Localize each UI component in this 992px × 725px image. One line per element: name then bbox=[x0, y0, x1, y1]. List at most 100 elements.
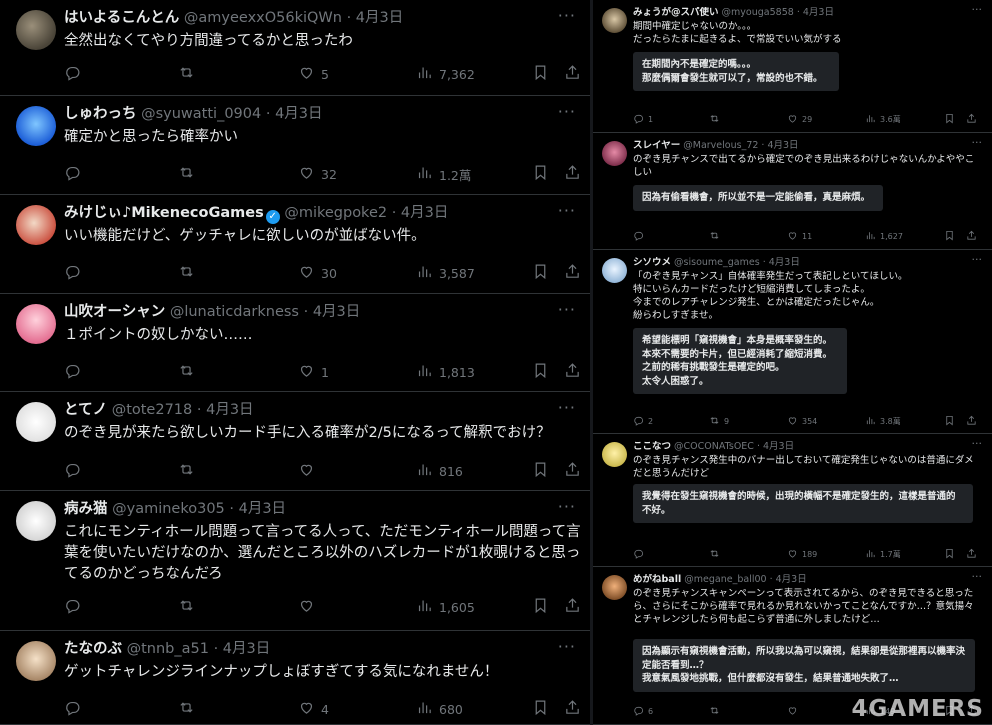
bookmark-button[interactable] bbox=[944, 547, 955, 561]
user-handle[interactable]: @syuwatti_0904 bbox=[141, 106, 261, 122]
like-button[interactable]: 354 bbox=[787, 414, 817, 428]
share-button[interactable] bbox=[564, 164, 581, 184]
avatar[interactable] bbox=[602, 8, 627, 33]
avatar[interactable] bbox=[16, 10, 56, 50]
more-icon[interactable]: ··· bbox=[972, 136, 983, 149]
tweet[interactable]: はいよるこんとん @amyeexxO56kiQWn · 4月3日 ··· 全然出なく… bbox=[0, 0, 590, 96]
more-icon[interactable]: ··· bbox=[558, 497, 576, 516]
views-button[interactable]: 816 bbox=[416, 461, 463, 481]
views-button[interactable]: 1.2萬 bbox=[416, 164, 471, 184]
tweet[interactable]: ここなつ @COCONATsOEC · 4月3日 ··· のぞき見チャンス発生中のバ… bbox=[593, 434, 992, 567]
like-button[interactable]: 29 bbox=[787, 112, 812, 126]
like-button[interactable]: 1 bbox=[298, 362, 329, 382]
bookmark-button[interactable] bbox=[532, 362, 549, 382]
share-button[interactable] bbox=[564, 597, 581, 617]
user-handle[interactable]: @tote2718 bbox=[112, 402, 193, 418]
retweet-button[interactable] bbox=[178, 597, 201, 617]
display-name[interactable]: 病み猫 bbox=[64, 501, 108, 517]
retweet-button[interactable] bbox=[178, 164, 201, 184]
reply-button[interactable] bbox=[64, 263, 87, 283]
retweet-button[interactable] bbox=[178, 699, 201, 719]
like-button[interactable]: 4 bbox=[298, 699, 329, 719]
tweet-date[interactable]: 4月3日 bbox=[763, 441, 794, 452]
tweet[interactable]: たなのぶ @tnnb_a51 · 4月3日 ··· ゲットチャレンジラインナップしょ… bbox=[0, 631, 590, 725]
reply-button[interactable]: 6 bbox=[633, 704, 653, 718]
user-handle[interactable]: @myouga5858 bbox=[722, 7, 794, 18]
views-button[interactable]: 7,362 bbox=[416, 64, 475, 84]
user-handle[interactable]: @Marvelous_72 bbox=[683, 140, 758, 151]
display-name[interactable]: スレイヤー bbox=[633, 140, 680, 151]
tweet[interactable]: みけじぃ♪MikenecoGames ✓ @mikegpoke2 · 4月3日 ··… bbox=[0, 195, 590, 294]
tweet-date[interactable]: 4月3日 bbox=[767, 140, 798, 151]
user-handle[interactable]: @mikegpoke2 bbox=[284, 205, 387, 221]
avatar[interactable] bbox=[602, 258, 627, 283]
tweet[interactable]: シソウメ @sisoume_games · 4月3日 ··· 「のぞき見チャンス」自… bbox=[593, 250, 992, 434]
retweet-button[interactable] bbox=[178, 64, 201, 84]
reply-button[interactable]: 1 bbox=[633, 112, 653, 126]
retweet-button[interactable]: 9 bbox=[709, 414, 729, 428]
avatar[interactable] bbox=[16, 501, 56, 541]
views-button[interactable]: 1.7萬 bbox=[865, 547, 901, 561]
retweet-button[interactable] bbox=[178, 263, 201, 283]
tweet-date[interactable]: 4月3日 bbox=[356, 10, 403, 26]
more-icon[interactable]: ··· bbox=[558, 6, 576, 25]
tweet[interactable]: 病み猫 @yamineko305 · 4月3日 ··· これにモンティホール問題って… bbox=[0, 491, 590, 631]
display-name[interactable]: みょうが@スパ使い bbox=[633, 7, 719, 18]
views-button[interactable]: 3.8萬 bbox=[865, 414, 901, 428]
like-button[interactable]: 30 bbox=[298, 263, 337, 283]
tweet-date[interactable]: 4月3日 bbox=[206, 402, 253, 418]
reply-button[interactable] bbox=[64, 699, 87, 719]
bookmark-button[interactable] bbox=[532, 461, 549, 481]
like-button[interactable]: 32 bbox=[298, 164, 337, 184]
bookmark-button[interactable] bbox=[944, 414, 955, 428]
reply-button[interactable] bbox=[633, 229, 648, 243]
views-button[interactable]: 1,605 bbox=[416, 597, 475, 617]
display-name[interactable]: とてノ bbox=[64, 402, 107, 418]
avatar[interactable] bbox=[16, 641, 56, 681]
share-button[interactable] bbox=[564, 64, 581, 84]
bookmark-button[interactable] bbox=[944, 112, 955, 126]
user-handle[interactable]: @megane_ball00 bbox=[684, 574, 766, 585]
retweet-button[interactable] bbox=[709, 704, 724, 718]
views-button[interactable]: 1,627 bbox=[865, 229, 903, 243]
like-button[interactable] bbox=[298, 461, 321, 481]
more-icon[interactable]: ··· bbox=[558, 637, 576, 656]
share-button[interactable] bbox=[966, 112, 977, 126]
display-name[interactable]: シソウメ bbox=[633, 257, 671, 268]
user-handle[interactable]: @lunaticdarkness bbox=[170, 304, 299, 320]
tweet[interactable]: スレイヤー @Marvelous_72 · 4月3日 ··· のぞき見チャンスで出て… bbox=[593, 133, 992, 250]
bookmark-button[interactable] bbox=[532, 64, 549, 84]
like-button[interactable] bbox=[298, 597, 321, 617]
display-name[interactable]: しゅわっち bbox=[64, 106, 137, 122]
avatar[interactable] bbox=[16, 402, 56, 442]
avatar[interactable] bbox=[602, 141, 627, 166]
more-icon[interactable]: ··· bbox=[972, 3, 983, 16]
more-icon[interactable]: ··· bbox=[972, 437, 983, 450]
more-icon[interactable]: ··· bbox=[558, 398, 576, 417]
tweet[interactable]: とてノ @tote2718 · 4月3日 ··· のぞき見が来たら欲しいカード手に入… bbox=[0, 392, 590, 491]
avatar[interactable] bbox=[602, 442, 627, 467]
views-button[interactable]: 1,813 bbox=[416, 362, 475, 382]
display-name[interactable]: はいよるこんとん bbox=[64, 10, 179, 26]
display-name[interactable]: たなのぶ bbox=[64, 641, 122, 657]
tweet-date[interactable]: 4月3日 bbox=[313, 304, 360, 320]
more-icon[interactable]: ··· bbox=[558, 102, 576, 121]
tweet[interactable]: 山吹オーシャン @lunaticdarkness · 4月3日 ··· １ポイントの… bbox=[0, 294, 590, 392]
reply-button[interactable] bbox=[64, 597, 87, 617]
tweet-date[interactable]: 4月3日 bbox=[776, 574, 807, 585]
tweet-date[interactable]: 4月3日 bbox=[239, 501, 286, 517]
views-button[interactable]: 3.6萬 bbox=[865, 112, 901, 126]
avatar[interactable] bbox=[602, 575, 627, 600]
bookmark-button[interactable] bbox=[532, 597, 549, 617]
more-icon[interactable]: ··· bbox=[558, 300, 576, 319]
bookmark-button[interactable] bbox=[532, 164, 549, 184]
user-handle[interactable]: @tnnb_a51 bbox=[127, 641, 209, 657]
user-handle[interactable]: @sisoume_games bbox=[674, 257, 760, 268]
reply-button[interactable] bbox=[633, 547, 648, 561]
retweet-button[interactable] bbox=[709, 229, 724, 243]
avatar[interactable] bbox=[16, 106, 56, 146]
avatar[interactable] bbox=[16, 304, 56, 344]
share-button[interactable] bbox=[966, 229, 977, 243]
retweet-button[interactable] bbox=[178, 461, 201, 481]
tweet-date[interactable]: 4月3日 bbox=[803, 7, 834, 18]
